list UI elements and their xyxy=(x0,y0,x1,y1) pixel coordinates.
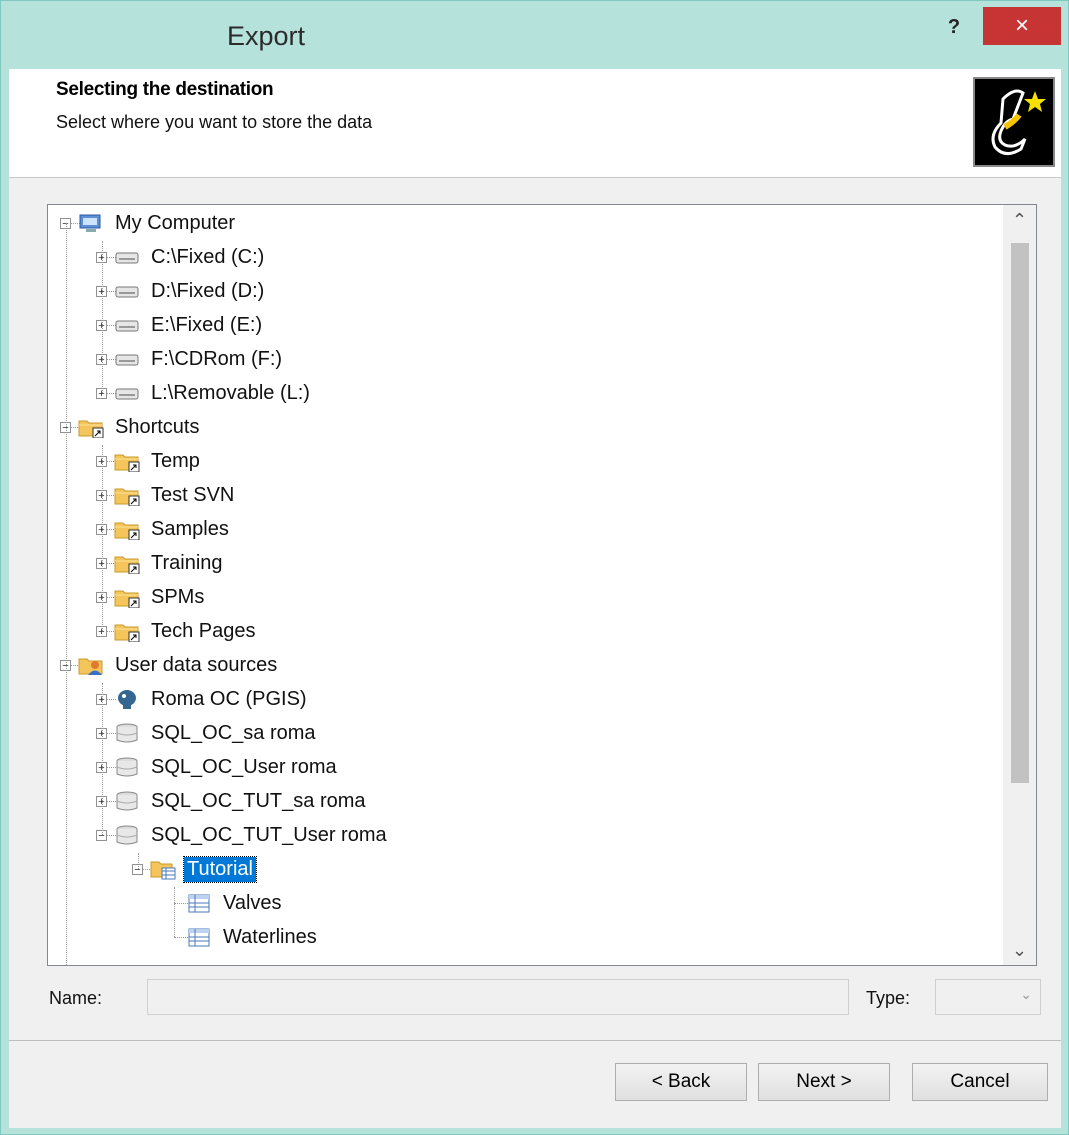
table-icon xyxy=(186,926,212,948)
tree-item-label: SQL_OC_sa roma xyxy=(151,721,316,744)
drive-icon xyxy=(114,280,140,302)
tree-item[interactable]: Tutorial xyxy=(150,853,257,885)
tree-item-label: SQL_OC_TUT_sa roma xyxy=(151,789,366,812)
tree-item-label: C:\Fixed (C:) xyxy=(151,245,265,268)
tree-item[interactable]: SQL_OC_sa roma xyxy=(114,717,319,749)
vertical-scrollbar[interactable]: ⌃ ⌄ xyxy=(1003,205,1036,965)
database-icon xyxy=(114,790,140,812)
tree-guide-line xyxy=(138,853,139,869)
tree-item-label: Tutorial xyxy=(183,855,257,883)
tree-item-label: Temp xyxy=(151,449,200,472)
shortcut-folder-icon xyxy=(114,484,140,507)
tree-item-label: Roma OC (PGIS) xyxy=(151,687,307,710)
tree-item[interactable]: Temp xyxy=(114,445,203,477)
header-subtitle: Select where you want to store the data xyxy=(56,112,373,132)
header-title: Selecting the destination xyxy=(56,79,274,100)
window-title: Export xyxy=(226,21,306,51)
tree-item[interactable]: Valves xyxy=(186,887,285,919)
shortcut-folder-icon xyxy=(114,518,140,541)
footer-divider xyxy=(9,1040,1061,1041)
tree-guide-line xyxy=(102,445,103,631)
shortcut-folder-icon xyxy=(114,552,140,575)
tree-item[interactable]: Samples xyxy=(114,513,232,545)
scroll-up-icon[interactable]: ⌃ xyxy=(1003,205,1036,235)
drive-icon xyxy=(114,314,140,336)
tree-item[interactable]: SQL_OC_TUT_sa roma xyxy=(114,785,369,817)
name-input[interactable] xyxy=(147,979,849,1015)
wizard-icon xyxy=(973,77,1055,167)
shortcut-folder-icon xyxy=(78,416,104,439)
tree-item[interactable]: D:\Fixed (D:) xyxy=(114,275,267,307)
tree-guide-line xyxy=(102,683,103,835)
shortcut-folder-icon xyxy=(114,450,140,473)
tree-item-label: D:\Fixed (D:) xyxy=(151,279,265,302)
tree-item[interactable]: Waterlines xyxy=(186,921,320,953)
drive-icon xyxy=(114,246,140,268)
tree-item[interactable]: C:\Fixed (C:) xyxy=(114,241,267,273)
shortcut-folder-icon xyxy=(114,586,140,609)
export-dialog: Export ? × Selecting the destination Sel… xyxy=(0,0,1069,1135)
scroll-thumb[interactable] xyxy=(1011,243,1029,783)
tree-content: − My Computer + C:\Fixed (C:) + D:\Fixed (D:)… xyxy=(48,205,1003,965)
tree-item[interactable]: Test SVN xyxy=(114,479,237,511)
drive-icon xyxy=(114,382,140,404)
tree-item-label: User data sources xyxy=(115,653,278,676)
tree-item-label: Tech Pages xyxy=(151,619,256,642)
database-icon xyxy=(114,824,140,846)
drive-icon xyxy=(114,348,140,370)
tree-item-label: F:\CDRom (F:) xyxy=(151,347,283,370)
close-button[interactable]: × xyxy=(983,7,1061,45)
postgres-icon xyxy=(114,688,140,710)
next-button[interactable]: Next > xyxy=(758,1063,890,1101)
tree-item[interactable]: Training xyxy=(114,547,226,579)
scroll-down-icon[interactable]: ⌄ xyxy=(1003,935,1036,965)
type-select[interactable]: ⌄ xyxy=(935,979,1041,1015)
tree-item[interactable]: E:\Fixed (E:) xyxy=(114,309,265,341)
user-folder-icon xyxy=(78,654,104,676)
wizard-body: − My Computer + C:\Fixed (C:) + D:\Fixed (D:)… xyxy=(9,178,1061,1128)
destination-tree[interactable]: − My Computer + C:\Fixed (C:) + D:\Fixed (D:)… xyxy=(47,204,1037,966)
tree-guide-line xyxy=(66,223,67,965)
tree-item[interactable]: Shortcuts xyxy=(78,411,202,443)
title-bar: Export ? × xyxy=(1,1,1068,69)
tree-item[interactable]: Roma OC (PGIS) xyxy=(114,683,310,715)
tree-item-label: Test SVN xyxy=(151,483,235,506)
tree-item-label: SQL_OC_User roma xyxy=(151,755,337,778)
tree-guide-line xyxy=(102,241,103,393)
tree-item-label: Samples xyxy=(151,517,229,540)
tree-item[interactable]: F:\CDRom (F:) xyxy=(114,343,285,375)
tree-item-label: Training xyxy=(151,551,223,574)
tree-item-label: SPMs xyxy=(151,585,205,608)
database-icon xyxy=(114,722,140,744)
tree-item[interactable]: L:\Removable (L:) xyxy=(114,377,313,409)
tree-item-label: Valves xyxy=(223,891,282,914)
table-folder-icon xyxy=(150,858,176,880)
cancel-button[interactable]: Cancel xyxy=(912,1063,1048,1101)
tree-guide-line xyxy=(174,887,175,937)
chevron-down-icon: ⌄ xyxy=(1020,986,1032,1002)
wizard-header: Selecting the destination Select where y… xyxy=(9,69,1061,178)
name-label: Name: xyxy=(49,988,103,1008)
shortcut-folder-icon xyxy=(114,620,140,643)
tree-item[interactable]: User data sources xyxy=(78,649,280,681)
type-label: Type: xyxy=(866,988,911,1008)
tree-item[interactable]: SQL_OC_TUT_User roma xyxy=(114,819,390,851)
tree-item-label: Waterlines xyxy=(223,925,317,948)
tree-item-label: E:\Fixed (E:) xyxy=(151,313,263,336)
tree-item[interactable]: My Computer xyxy=(78,207,238,239)
tree-item[interactable]: SPMs xyxy=(114,581,207,613)
computer-icon xyxy=(78,212,104,234)
tree-item-label: L:\Removable (L:) xyxy=(151,381,310,404)
back-button[interactable]: < Back xyxy=(615,1063,747,1101)
help-button[interactable]: ? xyxy=(931,9,977,49)
table-icon xyxy=(186,892,212,914)
tree-item-label: My Computer xyxy=(115,211,236,234)
tree-item-label: SQL_OC_TUT_User roma xyxy=(151,823,387,846)
tree-item-label: Shortcuts xyxy=(115,415,200,438)
tree-item[interactable]: Tech Pages xyxy=(114,615,259,647)
database-icon xyxy=(114,756,140,778)
tree-item[interactable]: SQL_OC_User roma xyxy=(114,751,340,783)
